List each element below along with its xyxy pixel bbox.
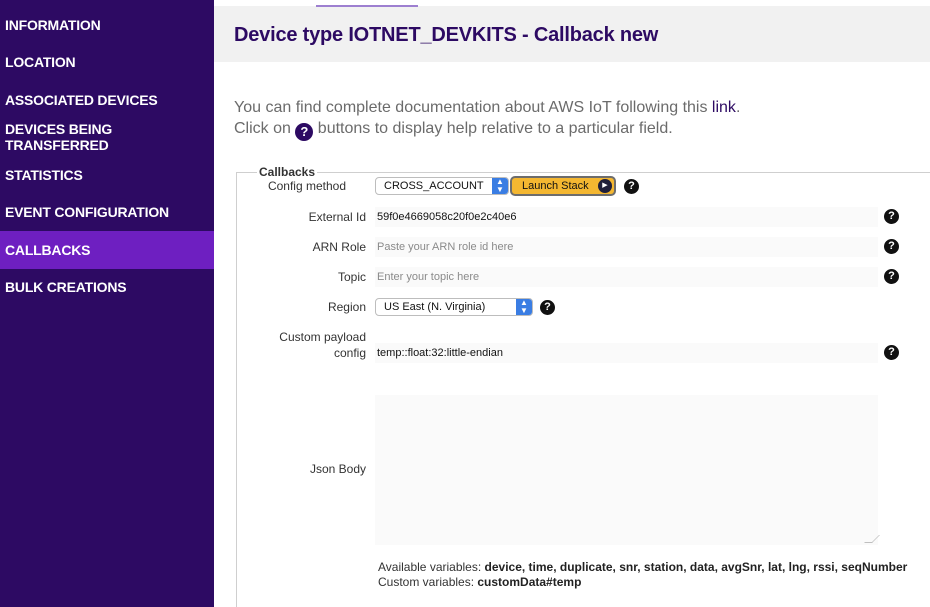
active-tab-indicator: [316, 5, 418, 7]
intro-text-prefix: You can find complete documentation abou…: [234, 99, 712, 116]
callbacks-legend: Callbacks: [259, 165, 316, 179]
region-value: US East (N. Virginia): [384, 301, 486, 313]
page-title: Device type IOTNET_DEVKITS - Callback ne…: [234, 24, 659, 46]
custom-payload-label: Custom payload config: [246, 329, 366, 361]
external-id-label: External Id: [308, 210, 366, 224]
sidebar-item-bulk-creations[interactable]: BULK CREATIONS: [0, 269, 214, 307]
intro-line-2: Click on ? buttons to display help relat…: [234, 118, 740, 141]
available-variables-list: device, time, duplicate, snr, station, d…: [484, 560, 908, 574]
help-icon[interactable]: ?: [624, 179, 639, 194]
sidebar: INFORMATION LOCATION ASSOCIATED DEVICES …: [0, 0, 214, 607]
sidebar-nav: INFORMATION LOCATION ASSOCIATED DEVICES …: [0, 0, 214, 306]
json-body-textarea[interactable]: [375, 395, 880, 545]
config-method-select[interactable]: CROSS_ACCOUNT ▲ ▼: [375, 177, 509, 195]
sidebar-item-label: STATISTICS: [5, 166, 83, 183]
help-icon[interactable]: ?: [884, 345, 899, 360]
config-method-value: CROSS_ACCOUNT: [384, 180, 484, 192]
config-method-label: Config method: [267, 179, 346, 193]
sidebar-item-associated-devices[interactable]: ASSOCIATED DEVICES: [0, 81, 214, 119]
help-icon[interactable]: ?: [884, 209, 899, 224]
sidebar-item-label: ASSOCIATED DEVICES: [5, 91, 158, 108]
custom-variables-label: Custom variables:: [378, 575, 478, 589]
resize-handle-icon[interactable]: [864, 535, 880, 543]
sidebar-item-label: DEVICES BEING TRANSFERRED: [5, 121, 113, 154]
custom-payload-label-line2: config: [333, 346, 366, 360]
launch-stack-button[interactable]: Launch Stack ▶: [510, 176, 616, 196]
custom-variables: Custom variables: customData#temp: [378, 575, 581, 589]
intro-text: You can find complete documentation abou…: [234, 97, 740, 141]
custom-payload-field[interactable]: temp::float:32:little-endian: [375, 343, 878, 363]
sidebar-item-event-configuration[interactable]: EVENT CONFIGURATION: [0, 194, 214, 232]
json-body-label: Json Body: [309, 462, 366, 476]
sidebar-item-label: LOCATION: [5, 54, 76, 71]
topic-label: Topic: [337, 270, 366, 284]
custom-variables-list: customData#temp: [477, 575, 582, 589]
sidebar-item-statistics[interactable]: STATISTICS: [0, 156, 214, 194]
documentation-link[interactable]: link: [712, 99, 736, 116]
content-area: You can find complete documentation abou…: [214, 62, 930, 607]
help-icon[interactable]: ?: [884, 269, 899, 284]
chevron-updown-icon: ▲ ▼: [516, 299, 532, 315]
launch-stack-label: Launch Stack: [522, 180, 589, 192]
intro-line-1: You can find complete documentation abou…: [234, 97, 740, 118]
external-id-field[interactable]: 59f0e4669058c20f0e2c40e6: [375, 207, 878, 227]
arn-role-label: ARN Role: [312, 240, 366, 254]
help-icon[interactable]: ?: [540, 300, 555, 315]
help-icon[interactable]: ?: [884, 239, 899, 254]
sidebar-item-label: EVENT CONFIGURATION: [5, 204, 169, 221]
intro-text-suffix: buttons to display help relative to a pa…: [313, 120, 673, 137]
topic-field[interactable]: Enter your topic here: [375, 267, 878, 287]
custom-payload-label-line1: Custom payload: [279, 330, 366, 344]
help-icon: ?: [295, 123, 314, 141]
sidebar-item-devices-being-transferred[interactable]: DEVICES BEING TRANSFERRED: [0, 119, 214, 157]
sidebar-item-label: CALLBACKS: [5, 241, 91, 258]
sidebar-item-label: INFORMATION: [5, 16, 101, 33]
intro-text-prefix: Click on: [234, 120, 296, 137]
available-variables: Available variables: device, time, dupli…: [378, 560, 907, 574]
intro-text-suffix: .: [735, 99, 741, 116]
play-icon: ▶: [598, 179, 612, 193]
region-select[interactable]: US East (N. Virginia) ▲ ▼: [375, 298, 533, 316]
arn-role-field[interactable]: Paste your ARN role id here: [375, 237, 878, 257]
sidebar-item-location[interactable]: LOCATION: [0, 44, 214, 82]
region-label: Region: [327, 300, 366, 314]
available-variables-label: Available variables:: [378, 560, 485, 574]
main-panel: Device type IOTNET_DEVKITS - Callback ne…: [214, 0, 930, 607]
sidebar-item-callbacks[interactable]: CALLBACKS: [0, 231, 214, 269]
sidebar-item-label: BULK CREATIONS: [5, 279, 127, 296]
sidebar-item-information[interactable]: INFORMATION: [0, 6, 214, 44]
chevron-updown-icon: ▲ ▼: [492, 178, 508, 194]
